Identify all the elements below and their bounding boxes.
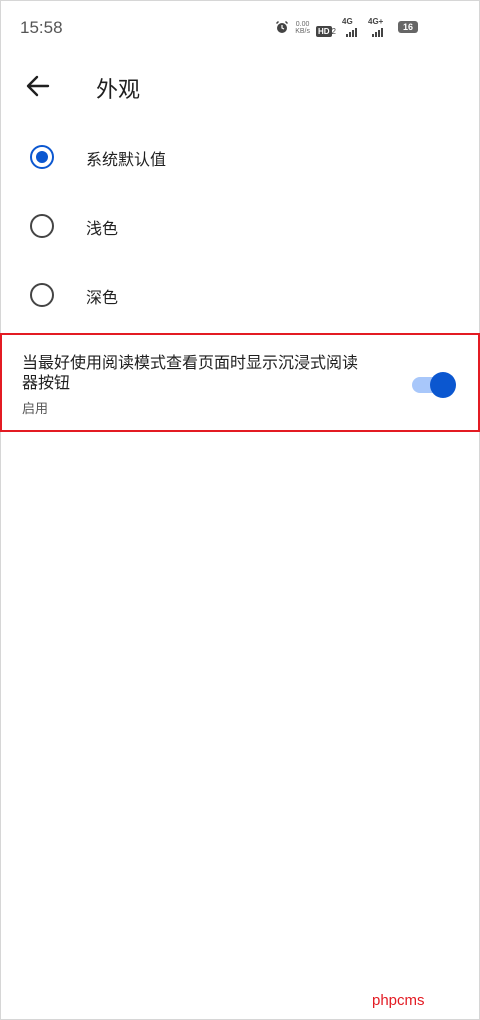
page-title: 外观 bbox=[96, 78, 141, 103]
back-button[interactable] bbox=[22, 70, 54, 102]
network-speed-value: 0.00 bbox=[295, 21, 310, 28]
signal-label-2: 4G+ bbox=[368, 17, 384, 26]
toggle-thumb bbox=[430, 372, 456, 398]
arrow-left-icon bbox=[26, 75, 50, 97]
battery-icon: 16 bbox=[398, 21, 418, 33]
hd-badge: HD bbox=[315, 25, 332, 37]
radio-button[interactable] bbox=[30, 214, 54, 238]
theme-option-label: 系统默认值 bbox=[86, 150, 167, 169]
theme-option-system-default[interactable]: 系统默认值 bbox=[0, 124, 480, 192]
theme-option-label: 深色 bbox=[86, 288, 119, 307]
signal-label-1: 4G bbox=[342, 17, 353, 26]
signal-icon-2: 4G+ bbox=[368, 17, 392, 37]
hd-index: 2 bbox=[331, 26, 336, 36]
theme-option-dark[interactable]: 深色 bbox=[0, 262, 480, 330]
radio-button-checked[interactable] bbox=[30, 145, 54, 169]
network-speed: 0.00 KB/s bbox=[295, 21, 310, 35]
battery-level: 16 bbox=[398, 21, 418, 33]
app-bar: 外观 bbox=[0, 58, 480, 114]
theme-option-light[interactable]: 浅色 bbox=[0, 193, 480, 261]
status-bar: 15:58 0.00 KB/s HD 2 4G 4G+ 16 bbox=[0, 0, 480, 58]
reader-mode-setting[interactable]: 当最好使用阅读模式查看页面时显示沉浸式阅读器按钮 启用 bbox=[0, 333, 480, 432]
signal-icon-1: 4G bbox=[342, 17, 362, 37]
hd-icon: HD 2 bbox=[315, 19, 336, 38]
network-speed-unit: KB/s bbox=[295, 28, 310, 35]
radio-button[interactable] bbox=[30, 283, 54, 307]
reader-toggle-switch[interactable] bbox=[412, 372, 456, 398]
watermark: phpcms bbox=[372, 992, 425, 1009]
reader-setting-status: 启用 bbox=[22, 402, 49, 417]
theme-option-label: 浅色 bbox=[86, 219, 119, 238]
reader-setting-title: 当最好使用阅读模式查看页面时显示沉浸式阅读器按钮 bbox=[22, 353, 359, 392]
status-icons: 0.00 KB/s HD 2 4G 4G+ bbox=[275, 17, 392, 38]
alarm-icon bbox=[275, 19, 289, 38]
status-time: 15:58 bbox=[20, 18, 63, 37]
